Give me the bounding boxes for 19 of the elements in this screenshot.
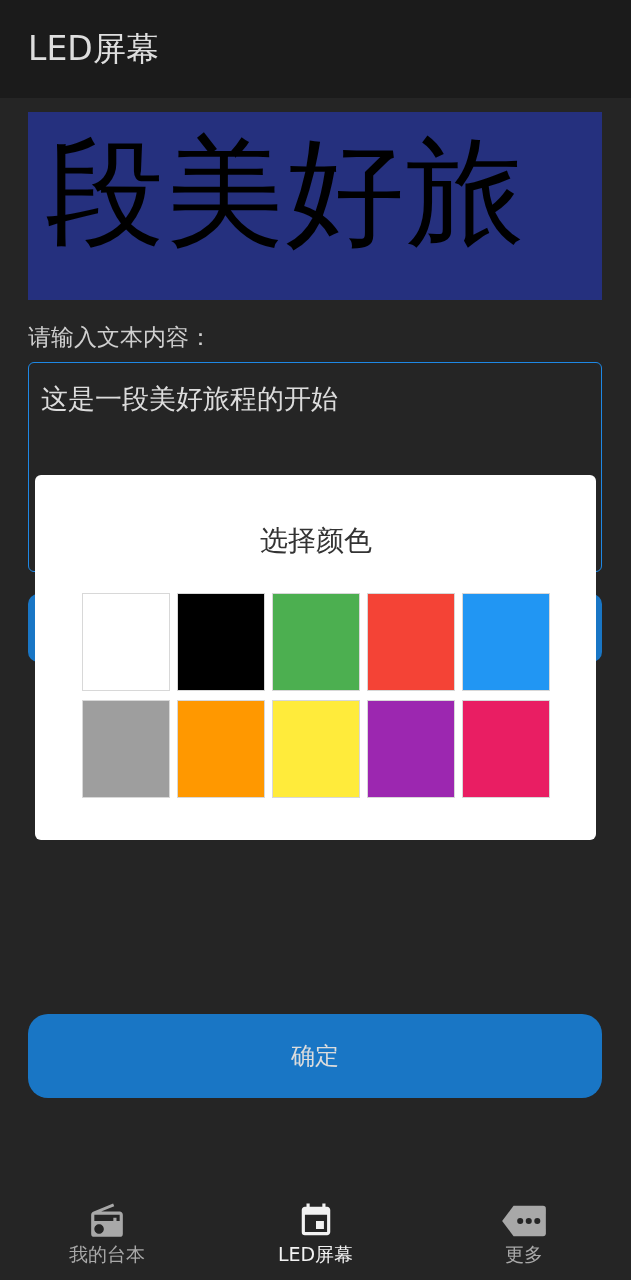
color-swatch[interactable]: [81, 700, 170, 798]
color-swatch[interactable]: [461, 700, 550, 798]
color-swatch[interactable]: [366, 700, 455, 798]
dialog-title: 选择颜色: [259, 523, 372, 559]
color-swatch[interactable]: [81, 593, 170, 691]
confirm-button[interactable]: 确定: [28, 1014, 602, 1098]
nav-tab[interactable]: LED屏幕: [250, 1190, 381, 1280]
color-swatch[interactable]: [461, 593, 550, 691]
input-label: 请输入文本内容：: [28, 323, 213, 352]
radio-icon: [88, 1202, 126, 1240]
nav-tab[interactable]: 我的台本: [42, 1190, 172, 1280]
color-swatch[interactable]: [176, 700, 265, 798]
color-swatch[interactable]: [366, 593, 455, 691]
nav-tab[interactable]: 更多: [459, 1190, 589, 1280]
color-swatch[interactable]: [176, 593, 265, 691]
color-swatch[interactable]: [271, 593, 360, 691]
color-swatch[interactable]: [271, 700, 360, 798]
app-title: LED屏幕: [28, 27, 159, 70]
led-text: 段美好旅: [46, 122, 526, 262]
